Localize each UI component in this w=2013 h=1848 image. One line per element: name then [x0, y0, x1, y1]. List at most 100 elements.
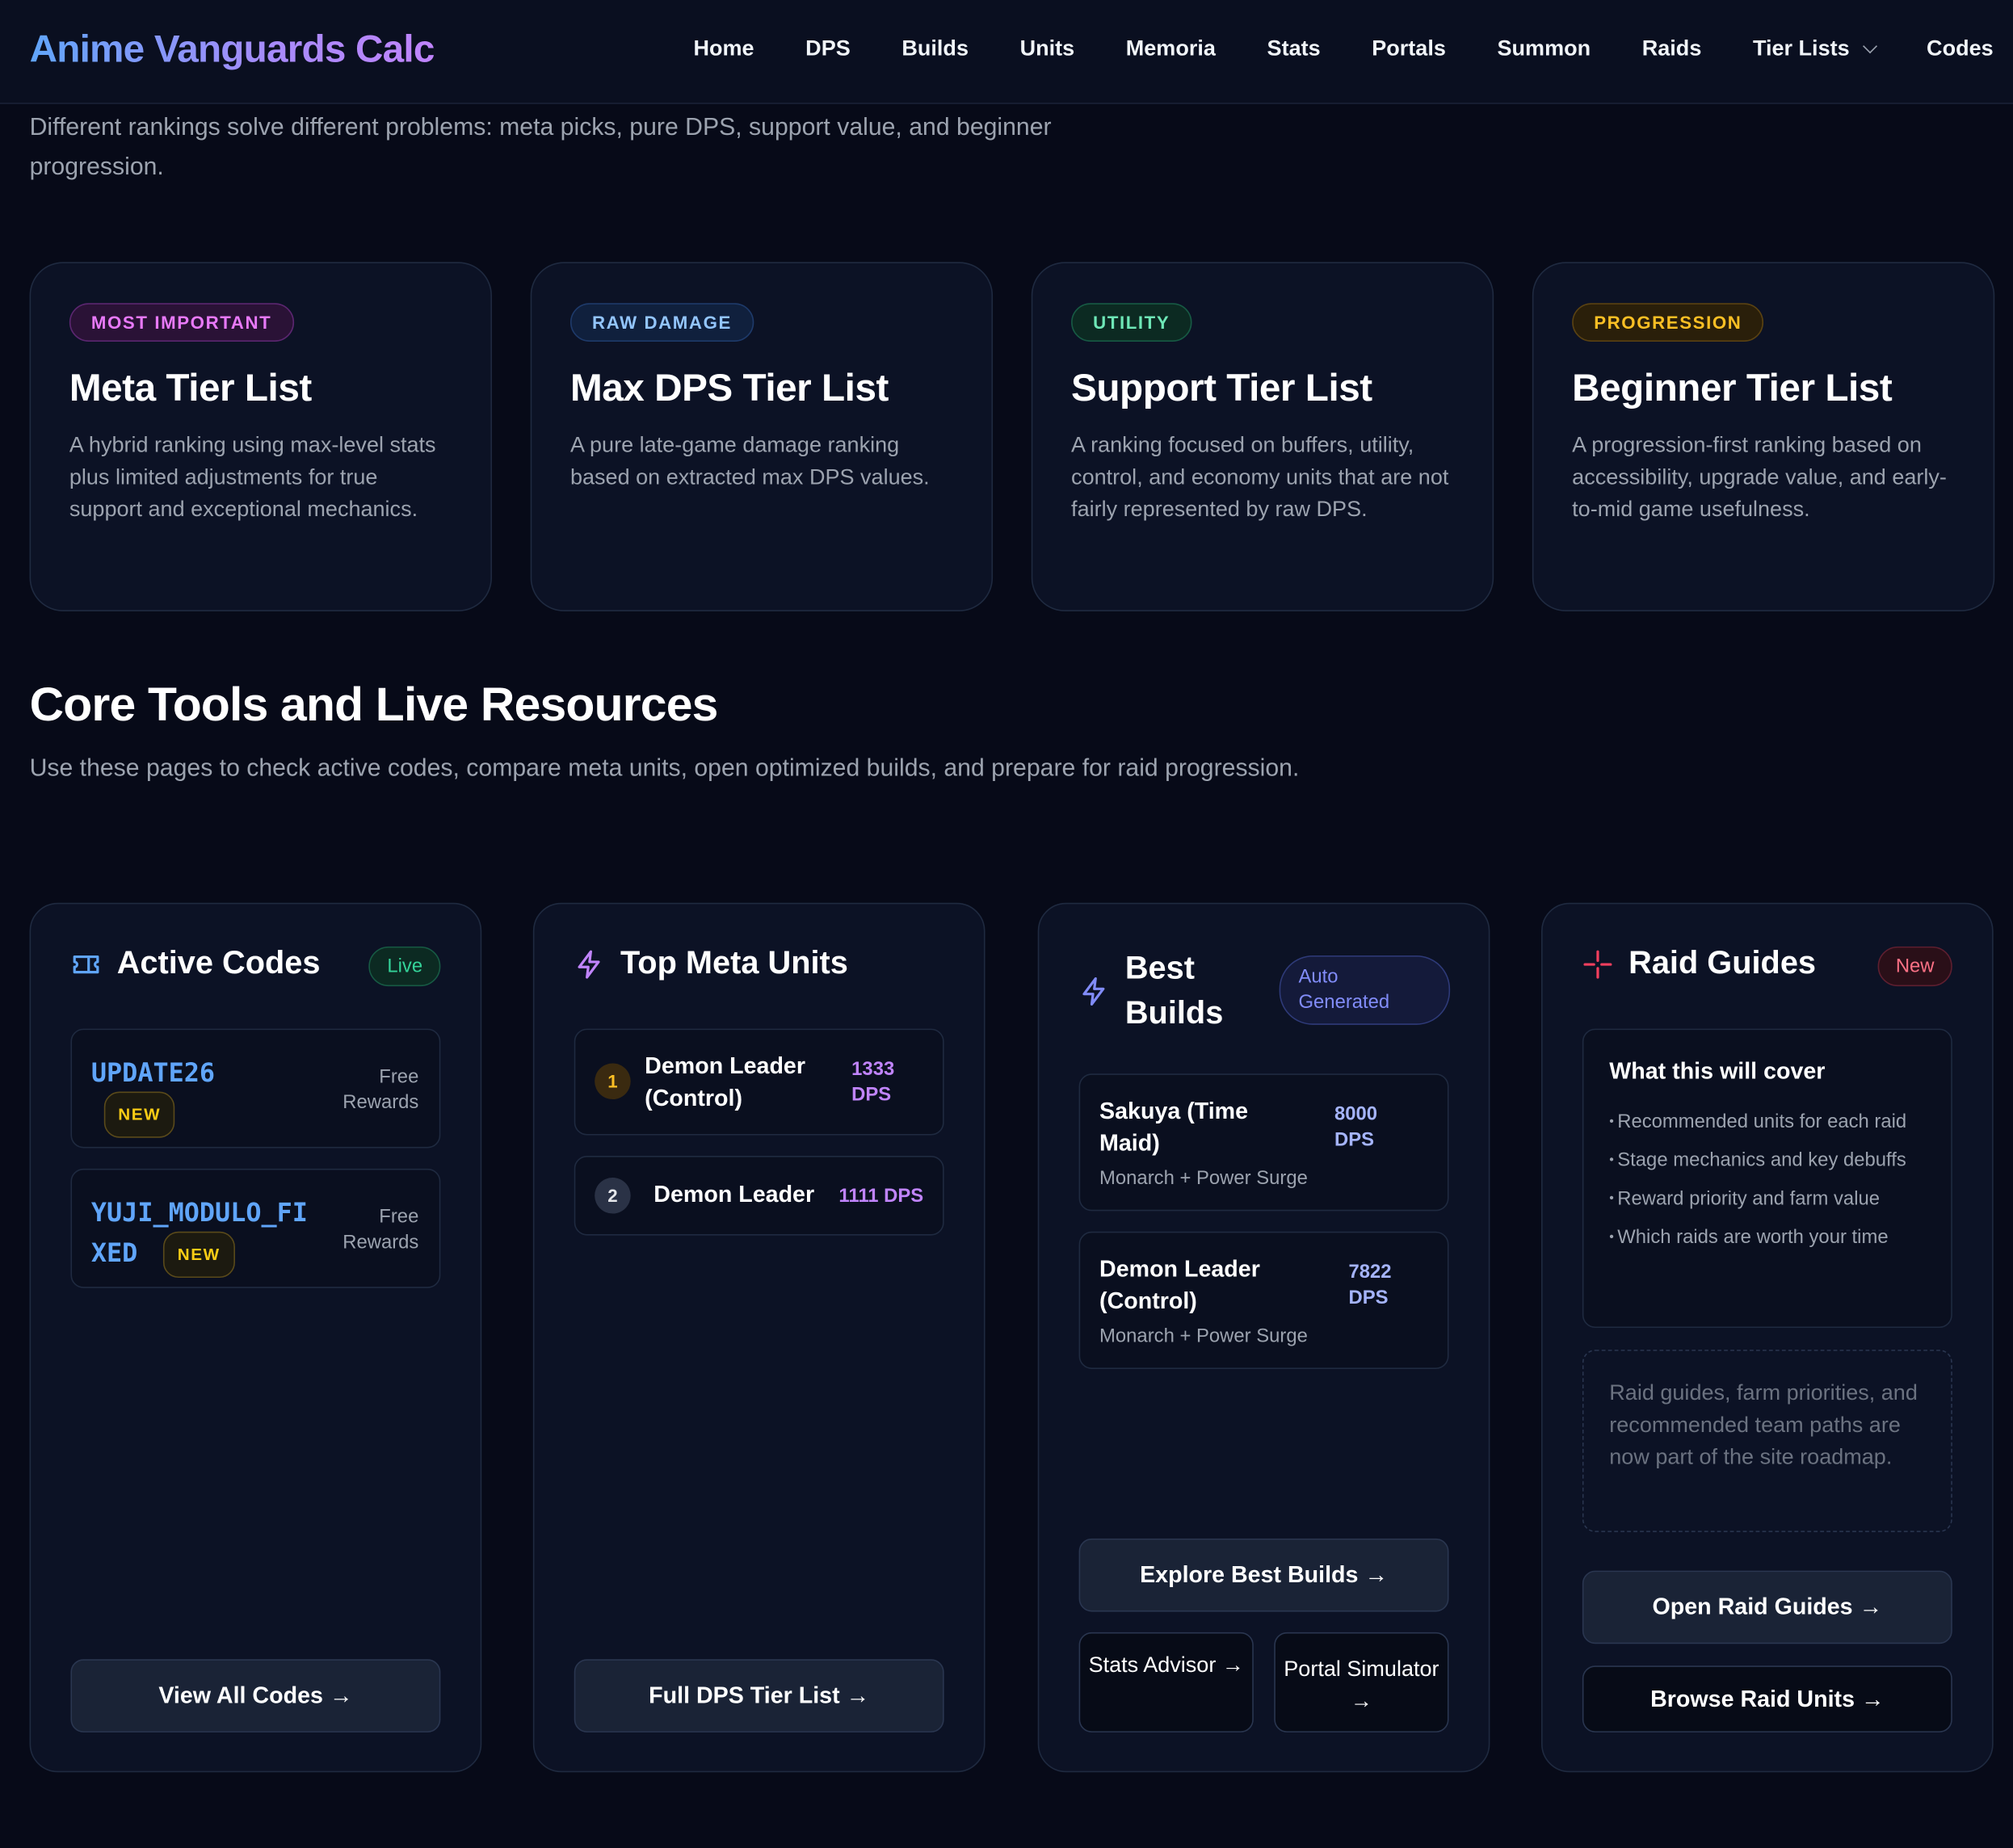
- reward-line: Rewards: [343, 1231, 419, 1254]
- roadmap-note: Raid guides, farm priorities, and recomm…: [1582, 1350, 1952, 1532]
- auto-generated-badge: Auto Generated: [1279, 955, 1451, 1025]
- build-name: Demon Leader (Control): [1099, 1254, 1260, 1318]
- code-item[interactable]: UPDATE26 NEW Free Rewards: [70, 1028, 441, 1149]
- tier-tag: UTILITY: [1071, 303, 1192, 342]
- meta-unit-item[interactable]: 2 Demon Leader 1111 DPS: [574, 1156, 944, 1236]
- new-tag: NEW: [163, 1231, 235, 1279]
- tier-desc: A hybrid ranking using max-level stats p…: [69, 432, 436, 522]
- build-name-line: Sakuya (Time: [1099, 1098, 1249, 1124]
- build-item[interactable]: Demon Leader (Control) 7822 DPS Monarch + …: [1078, 1231, 1449, 1369]
- active-codes-card: Active Codes Live UPDATE26 NEW Free Reward…: [29, 902, 482, 1773]
- nav-link-summon[interactable]: Summon: [1497, 36, 1591, 62]
- tier-title: Support Tier List: [1071, 367, 1372, 410]
- nav-link-raids[interactable]: Raids: [1642, 36, 1702, 62]
- nav-link-builds[interactable]: Builds: [901, 36, 969, 62]
- chevron-down-icon: [1863, 39, 1878, 54]
- nav-links: Home DPS Builds Units Memoria Stats Port…: [642, 36, 1994, 62]
- list-item: Recommended units for each raid: [1609, 1110, 1925, 1136]
- build-name-line: (Control): [1099, 1287, 1197, 1314]
- portal-simulator-label: Portal Simulator →: [1284, 1653, 1439, 1717]
- reward-line: Free: [379, 1065, 419, 1088]
- lightning-icon: [1082, 976, 1105, 1006]
- badge-line: Generated: [1298, 991, 1390, 1014]
- button-line: Portal Simulator: [1284, 1657, 1439, 1682]
- card-title-line: Builds: [1124, 995, 1224, 1031]
- unit-dps: 1333 DPS: [851, 1057, 894, 1109]
- new-badge: New: [1877, 946, 1952, 987]
- card-title-line: Best: [1124, 950, 1195, 987]
- tier-title: Meta Tier List: [69, 367, 312, 410]
- build-dps-line: DPS: [1334, 1128, 1375, 1151]
- section-subtitle: Use these pages to check active codes, c…: [29, 754, 1300, 783]
- portal-simulator-button[interactable]: Portal Simulator →: [1274, 1632, 1449, 1732]
- nav-link-memoria[interactable]: Memoria: [1126, 36, 1216, 62]
- explore-best-builds-button[interactable]: Explore Best Builds →: [1078, 1538, 1449, 1612]
- view-all-codes-button[interactable]: View All Codes →: [70, 1659, 441, 1732]
- nav-link-codes[interactable]: Codes: [1927, 36, 1994, 62]
- build-name-line: Maid): [1099, 1130, 1160, 1156]
- nav-link-units[interactable]: Units: [1020, 36, 1075, 62]
- unit-name-line: (Control): [645, 1085, 742, 1111]
- build-dps: 7822 DPS: [1349, 1260, 1392, 1312]
- rank-badge: 2: [595, 1178, 631, 1214]
- section-title: Core Tools and Live Resources: [29, 678, 719, 731]
- tier-card-support[interactable]: UTILITY Support Tier List A ranking focu…: [1031, 262, 1494, 611]
- tier-card-beginner[interactable]: PROGRESSION Beginner Tier List A progres…: [1532, 262, 1995, 611]
- nav-link-stats[interactable]: Stats: [1267, 36, 1321, 62]
- reward-line: Rewards: [343, 1091, 419, 1114]
- top-meta-units-card: Top Meta Units 1 Demon Leader (Control) 1…: [532, 902, 985, 1773]
- button-line: →: [1350, 1688, 1372, 1714]
- card-title: Top Meta Units: [620, 945, 848, 981]
- full-dps-tier-list-button[interactable]: Full DPS Tier List →: [574, 1659, 944, 1732]
- badge-line: Auto: [1298, 965, 1338, 988]
- list-item: Which raids are worth your time: [1609, 1225, 1925, 1251]
- card-title: Best Builds: [1125, 947, 1223, 1036]
- unit-name: Demon Leader: [653, 1181, 815, 1208]
- brand-logo[interactable]: Anime Vanguards Calc: [30, 28, 435, 72]
- list-item: Stage mechanics and key debuffs: [1609, 1149, 1925, 1174]
- open-raid-guides-button[interactable]: Open Raid Guides →: [1582, 1570, 1952, 1644]
- code-item[interactable]: YUJI_MODULO_FI XED NEW Free Rewards: [70, 1168, 441, 1288]
- crosshair-icon: [1583, 949, 1612, 978]
- tier-card-max-dps[interactable]: RAW DAMAGE Max DPS Tier List A pure late…: [530, 262, 994, 611]
- build-name: Sakuya (Time Maid): [1099, 1095, 1248, 1160]
- meta-unit-item[interactable]: 1 Demon Leader (Control) 1333 DPS: [574, 1028, 944, 1136]
- tier-tag: PROGRESSION: [1572, 303, 1764, 342]
- top-nav: Anime Vanguards Calc Home DPS Builds Uni…: [0, 0, 2013, 104]
- intro-text: Different rankings solve different probl…: [29, 114, 1052, 182]
- build-name-line: Demon Leader: [1099, 1256, 1260, 1282]
- build-dps-line: DPS: [1348, 1287, 1389, 1309]
- tier-tag: MOST IMPORTANT: [69, 303, 294, 342]
- cover-list: Recommended units for each raid Stage me…: [1609, 1110, 1925, 1264]
- unit-dps-line: 1333: [851, 1058, 895, 1081]
- unit-name: Demon Leader (Control): [645, 1051, 805, 1115]
- tier-tag: RAW DAMAGE: [569, 303, 754, 342]
- tier-title: Max DPS Tier List: [569, 367, 889, 410]
- reward-label: Free Rewards: [343, 1065, 418, 1116]
- reward-line: Free: [379, 1206, 419, 1228]
- nav-link-home[interactable]: Home: [693, 36, 754, 62]
- tier-title: Beginner Tier List: [1572, 367, 1893, 410]
- nav-link-tier-lists[interactable]: Tier Lists: [1752, 36, 1878, 62]
- card-header: Top Meta Units: [574, 945, 944, 982]
- nav-link-tier-lists-label: Tier Lists: [1752, 36, 1850, 61]
- live-badge: Live: [369, 946, 441, 987]
- unit-dps-line: DPS: [851, 1083, 892, 1106]
- nav-link-portals[interactable]: Portals: [1372, 36, 1446, 62]
- best-builds-card: Best Builds Auto Generated Sakuya (Time Mai…: [1037, 902, 1490, 1773]
- browse-raid-units-button[interactable]: Browse Raid Units →: [1582, 1665, 1952, 1732]
- unit-dps: 1111 DPS: [838, 1185, 924, 1208]
- tier-desc: A ranking focused on buffers, utility, c…: [1071, 432, 1449, 522]
- code-value: XED: [90, 1237, 138, 1269]
- stats-advisor-button[interactable]: Stats Advisor →: [1078, 1632, 1254, 1732]
- cover-title: What this will cover: [1609, 1058, 1826, 1084]
- nav-link-dps[interactable]: DPS: [805, 36, 851, 62]
- new-tag: NEW: [103, 1091, 175, 1138]
- code-text: UPDATE26 NEW: [91, 1053, 215, 1138]
- tier-card-meta[interactable]: MOST IMPORTANT Meta Tier List A hybrid r…: [29, 262, 492, 611]
- build-dps-line: 7822: [1348, 1261, 1392, 1283]
- build-item[interactable]: Sakuya (Time Maid) 8000 DPS Monarch + Powe…: [1078, 1073, 1449, 1212]
- reward-label: Free Rewards: [343, 1204, 418, 1256]
- rank-badge: 1: [595, 1063, 631, 1100]
- build-sub: Monarch + Power Surge: [1099, 1325, 1308, 1347]
